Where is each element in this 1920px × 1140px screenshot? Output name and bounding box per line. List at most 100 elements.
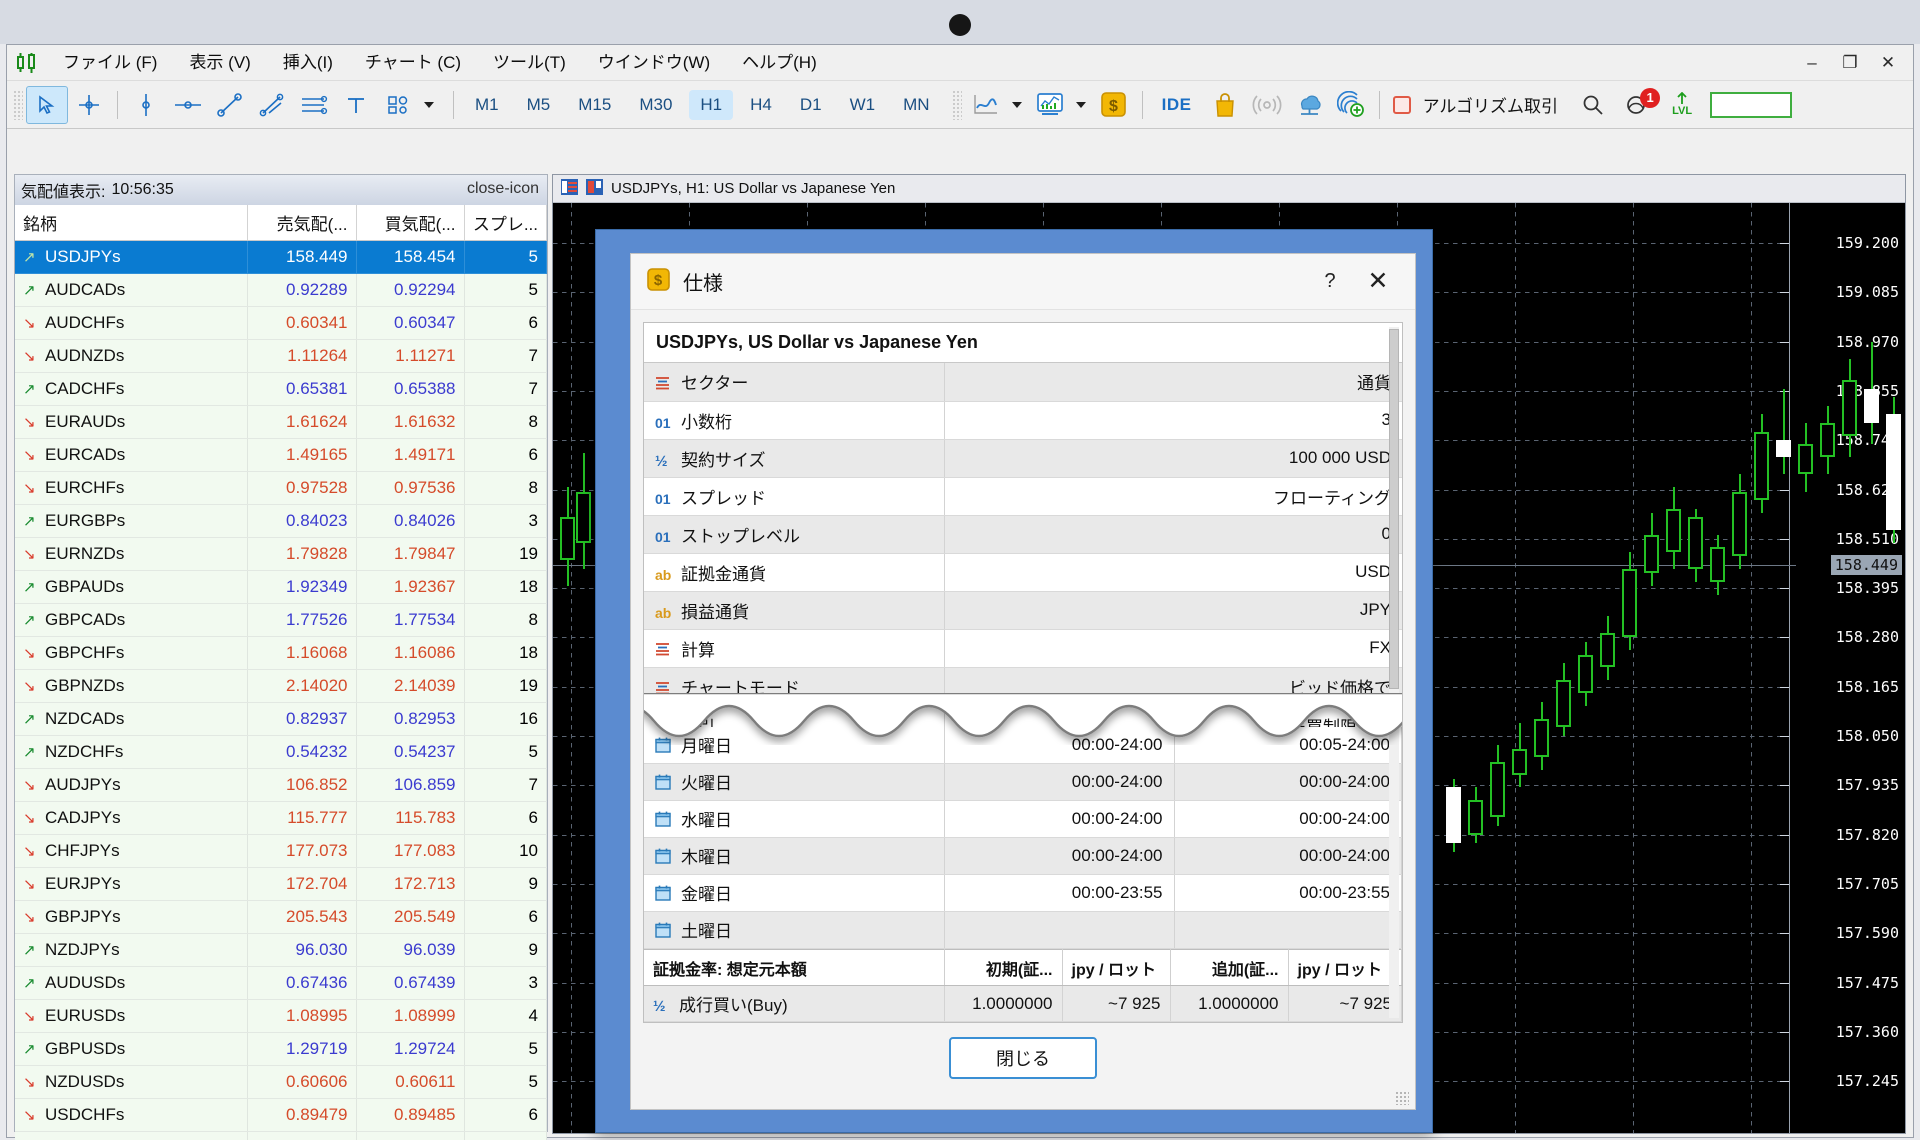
text-icon[interactable] xyxy=(335,86,377,124)
chart-tab-label[interactable]: USDJPYs, H1: US Dollar vs Japanese Yen xyxy=(611,180,895,197)
table-row[interactable]: ↘ CADJPYs 115.777 115.783 6 xyxy=(15,801,547,835)
margin-col-maint[interactable]: 追加(証... xyxy=(1170,949,1289,987)
toolbar-grip-2[interactable] xyxy=(951,89,962,120)
toolbar-grip[interactable] xyxy=(13,89,23,120)
new-chart-icon[interactable] xyxy=(586,178,603,199)
minimize-button[interactable]: – xyxy=(1793,48,1831,78)
menu-item-window[interactable]: ウインドウ(W) xyxy=(582,45,726,81)
timeframe-w1[interactable]: W1 xyxy=(839,90,887,120)
one-click-trading-icon[interactable]: $ xyxy=(1093,86,1135,124)
spec-row[interactable]: チャートモード ビッド価格で xyxy=(644,667,1402,707)
table-row[interactable]: ↘ EURUSDs 1.08995 1.08999 4 xyxy=(15,999,547,1033)
trading-hours-row[interactable]: 金曜日 00:00-23:55 00:00-23:55 xyxy=(644,874,1402,913)
trading-hours-row[interactable]: 月曜日 00:00-24:00 00:05-24:00 xyxy=(644,727,1402,765)
trading-hours-row[interactable]: 木曜日 00:00-24:00 00:00-24:00 xyxy=(644,837,1402,876)
close-icon[interactable]: close-icon xyxy=(467,180,539,198)
cursor-arrow-icon[interactable] xyxy=(26,85,68,124)
margin-row[interactable]: ½ 成行買い(Buy) 1.0000000 ~7 925 1.0000000 ~7 925 xyxy=(644,985,1402,1022)
table-row[interactable]: ↗ NZDCHFs 0.54232 0.54237 5 xyxy=(15,735,547,769)
margin-col-initial-jpy[interactable]: jpy / ロット xyxy=(1062,949,1171,987)
crosshair-icon[interactable] xyxy=(68,86,110,124)
table-row[interactable]: ↘ EURJPYs 172.704 172.713 9 xyxy=(15,867,547,901)
spec-row[interactable]: ab 損益通貨 JPY xyxy=(644,591,1402,630)
dialog-scrollbar-thumb[interactable] xyxy=(1389,329,1399,689)
table-row[interactable]: ↘ GBPJPYs 205.543 205.549 6 xyxy=(15,900,547,934)
spec-row[interactable]: ½ 契約サイズ 100 000 USD xyxy=(644,439,1402,478)
timeframe-h1[interactable]: H1 xyxy=(689,89,734,120)
search-icon[interactable] xyxy=(1572,86,1614,124)
fibonacci-icon[interactable] xyxy=(293,86,335,124)
margin-col-initial[interactable]: 初期(証... xyxy=(944,949,1063,987)
table-row[interactable]: ↘ GBPNZDs 2.14020 2.14039 19 xyxy=(15,669,547,703)
spec-row[interactable]: セクター 通貨 xyxy=(644,363,1402,402)
table-row[interactable]: ↘ EURCHFs 0.97528 0.97536 8 xyxy=(15,471,547,505)
vertical-line-icon[interactable] xyxy=(125,86,167,124)
table-row[interactable]: ↘ USDCHFs 0.89479 0.89485 6 xyxy=(15,1098,547,1132)
table-row[interactable]: ↗ EURGBPs 0.84023 0.84026 3 xyxy=(15,504,547,538)
trading-hours-row[interactable]: 土曜日 xyxy=(644,911,1402,950)
table-row[interactable]: ↘ GBPCHFs 1.16068 1.16086 18 xyxy=(15,636,547,670)
maximize-button[interactable]: ❐ xyxy=(1831,48,1869,78)
shapes-dropdown-icon[interactable] xyxy=(419,86,439,124)
spec-row[interactable]: 01 スプレッド フローティング xyxy=(644,477,1402,516)
timeframe-mn[interactable]: MN xyxy=(892,90,940,120)
timeframe-m1[interactable]: M1 xyxy=(464,90,510,120)
table-row[interactable]: ↗ CADCHFs 0.65381 0.65388 7 xyxy=(15,372,547,406)
table-row[interactable]: ↘USDCADs1.368541.368628 xyxy=(15,1131,547,1140)
market-watch-icon[interactable] xyxy=(561,178,578,199)
spec-row[interactable]: ab 証拠金通貨 USD xyxy=(644,553,1402,592)
margin-col-maint-jpy[interactable]: jpy / ロット xyxy=(1288,949,1402,987)
table-row[interactable]: ↘ AUDJPYs 106.852 106.859 7 xyxy=(15,768,547,802)
cloud-icon[interactable] xyxy=(1288,86,1330,124)
table-row[interactable]: ↗ NZDJPYs 96.030 96.039 9 xyxy=(15,933,547,967)
menu-item-help[interactable]: ヘルプ(H) xyxy=(726,45,833,81)
market-bag-icon[interactable] xyxy=(1204,86,1246,124)
menu-item-tools[interactable]: ツール(T) xyxy=(477,45,582,81)
table-row[interactable]: ↗ USDJPYs 158.449 158.454 5 xyxy=(15,240,547,274)
algo-trading-toggle-icon[interactable] xyxy=(1387,86,1417,124)
polyline-icon[interactable] xyxy=(251,86,293,124)
close-dialog-button[interactable]: 閉じる xyxy=(949,1037,1097,1079)
notifications-icon[interactable]: 1 xyxy=(1614,86,1662,124)
price-axis[interactable]: 159.200159.085158.970158.855158.740158.6… xyxy=(1789,203,1905,1133)
table-row[interactable]: ↘ AUDNZDs 1.11264 1.11271 7 xyxy=(15,339,547,373)
spec-row[interactable]: 01 小数桁 3 xyxy=(644,401,1402,440)
table-row[interactable]: ↘ CHFJPYs 177.073 177.083 10 xyxy=(15,834,547,868)
trading-hours-row[interactable]: 火曜日 00:00-24:00 00:00-24:00 xyxy=(644,763,1402,802)
table-row[interactable]: ↗ NZDCADs 0.82937 0.82953 16 xyxy=(15,702,547,736)
timeframe-m30[interactable]: M30 xyxy=(628,90,683,120)
table-row[interactable]: ↗ GBPCADs 1.77526 1.77534 8 xyxy=(15,603,547,637)
spec-row[interactable]: 01 ストップレベル 0 xyxy=(644,515,1402,554)
help-button[interactable]: ? xyxy=(1311,264,1349,298)
col-spread[interactable]: スプレ... xyxy=(464,205,547,241)
table-row[interactable]: ↗ AUDCADs 0.92289 0.92294 5 xyxy=(15,273,547,307)
table-row[interactable]: ↘ NZDUSDs 0.60606 0.60611 5 xyxy=(15,1065,547,1099)
indicators-icon[interactable] xyxy=(1029,86,1071,124)
dialog-scrollbar[interactable] xyxy=(1389,327,1399,1018)
dialog-close-icon[interactable]: ✕ xyxy=(1359,264,1397,298)
menu-item-chart[interactable]: チャート (C) xyxy=(349,45,477,81)
table-row[interactable]: ↘ AUDCHFs 0.60341 0.60347 6 xyxy=(15,306,547,340)
signals-icon[interactable] xyxy=(1246,86,1288,124)
indicators-dropdown-icon[interactable] xyxy=(1071,86,1093,124)
table-row[interactable]: ↘ EURCADs 1.49165 1.49171 6 xyxy=(15,438,547,472)
table-row[interactable]: ↗ AUDUSDs 0.67436 0.67439 3 xyxy=(15,966,547,1000)
line-chart-icon[interactable] xyxy=(965,86,1007,124)
col-bid[interactable]: 売気配(... xyxy=(247,205,357,241)
table-row[interactable]: ↗ GBPUSDs 1.29719 1.29724 5 xyxy=(15,1032,547,1066)
vps-icon[interactable] xyxy=(1330,86,1372,124)
col-ask[interactable]: 買気配(... xyxy=(356,205,465,241)
menu-item-file[interactable]: ファイル (F) xyxy=(47,45,173,81)
table-row[interactable]: ↘ EURNZDs 1.79828 1.79847 19 xyxy=(15,537,547,571)
level-indicator-icon[interactable]: LVL xyxy=(1662,86,1702,124)
timeframe-h4[interactable]: H4 xyxy=(739,90,783,120)
timeframe-m5[interactable]: M5 xyxy=(516,90,562,120)
close-button[interactable]: ✕ xyxy=(1869,48,1907,78)
menu-item-view[interactable]: 表示 (V) xyxy=(173,45,266,81)
timeframe-d1[interactable]: D1 xyxy=(789,90,833,120)
margin-col-basis[interactable]: 証拠金率: 想定元本額 xyxy=(644,949,945,987)
trading-hours-row[interactable]: 水曜日 00:00-24:00 00:00-24:00 xyxy=(644,800,1402,839)
resize-grip[interactable] xyxy=(1395,1091,1409,1105)
menu-item-insert[interactable]: 挿入(I) xyxy=(267,45,349,81)
trendline-icon[interactable] xyxy=(209,86,251,124)
